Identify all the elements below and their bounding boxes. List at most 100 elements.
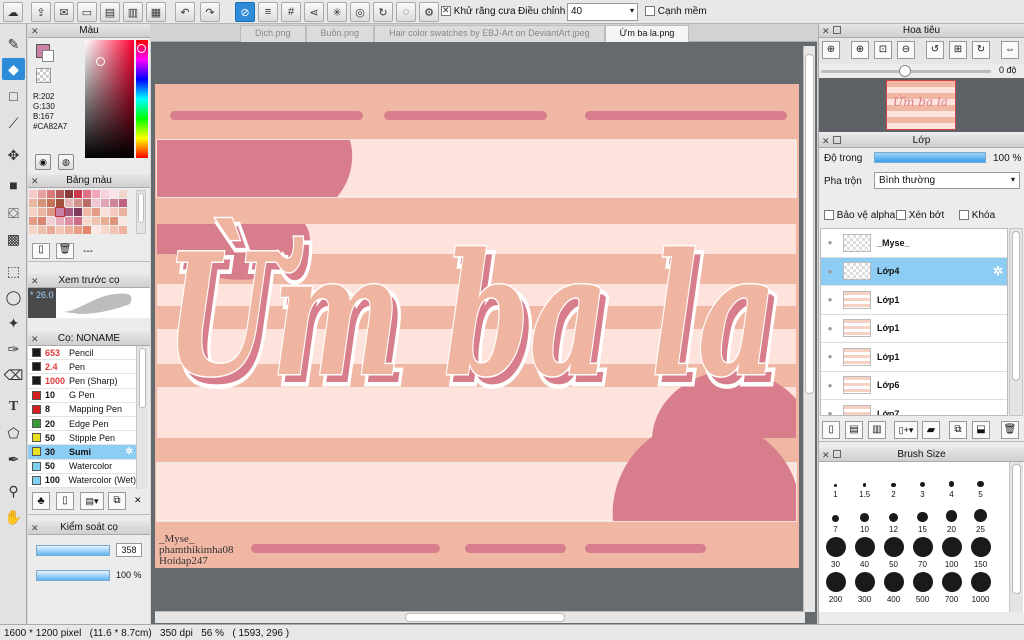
snap-circle-icon[interactable]: ◎: [350, 2, 370, 22]
palette-swatch[interactable]: [119, 199, 127, 207]
new-layer-icon[interactable]: ▯: [822, 421, 840, 439]
brush-item[interactable]: 50 Stipple Pen: [28, 431, 136, 446]
visibility-icon[interactable]: ●: [821, 324, 839, 333]
brush-size-cell[interactable]: 1: [821, 464, 850, 499]
soft-edge-toggle[interactable]: Cạnh mềm: [645, 6, 707, 17]
soft-edge-checkbox[interactable]: [645, 6, 655, 17]
palette-swatch[interactable]: [110, 217, 118, 225]
visibility-icon[interactable]: ●: [821, 267, 839, 276]
palette-swatch[interactable]: [74, 226, 82, 234]
palette-swatch[interactable]: [83, 217, 91, 225]
merge-layer-icon[interactable]: ⬓: [972, 421, 990, 439]
palette-swatch[interactable]: [110, 208, 118, 216]
horizontal-scroll-thumb[interactable]: [405, 613, 565, 622]
select-eraser-icon[interactable]: ⌫: [2, 364, 25, 386]
palette-swatch[interactable]: [55, 207, 65, 217]
close-icon[interactable]: ✕: [31, 24, 39, 38]
picker-cursor[interactable]: [96, 57, 105, 66]
snap-vanishing-icon[interactable]: ⋖: [304, 2, 324, 22]
brush-list-scrollbar[interactable]: [136, 346, 148, 489]
transparent-color-swatch[interactable]: [36, 68, 51, 83]
saturation-value-picker[interactable]: [85, 40, 134, 158]
brush-size-cell[interactable]: 30: [821, 534, 850, 569]
palette-swatch[interactable]: [38, 226, 46, 234]
palette-swatch[interactable]: [47, 226, 55, 234]
palette-swatch[interactable]: [83, 208, 91, 216]
move-tool-icon[interactable]: ✥: [2, 144, 25, 166]
palette-swatch[interactable]: [38, 199, 46, 207]
palette-swatch[interactable]: [56, 190, 64, 198]
palette-swatch[interactable]: [119, 208, 127, 216]
document-icon[interactable]: ▤: [100, 2, 120, 22]
brush-size-cell[interactable]: 500: [908, 569, 937, 604]
maximize-icon[interactable]: [833, 136, 841, 144]
vertical-scroll-thumb[interactable]: [805, 54, 814, 394]
palette-swatch[interactable]: [110, 226, 118, 234]
brush-size-cell[interactable]: 150: [966, 534, 995, 569]
layer-row[interactable]: ● Lớp1: [821, 286, 1007, 315]
visibility-icon[interactable]: ●: [821, 238, 839, 247]
color-mix-icon[interactable]: ◉: [35, 154, 51, 170]
palette-swatch[interactable]: [47, 190, 55, 198]
palette-swatch[interactable]: [47, 199, 55, 207]
brush-tool-icon[interactable]: ✎: [2, 33, 25, 55]
layer-row[interactable]: ● _Myse_: [821, 229, 1007, 258]
palette-swatch[interactable]: [65, 208, 73, 216]
tab-0[interactable]: Dịch.png: [240, 25, 306, 42]
maximize-icon[interactable]: [833, 26, 841, 34]
gear-icon[interactable]: ✲: [125, 446, 133, 457]
palette-swatch[interactable]: [92, 190, 100, 198]
layer-list-scrollbar[interactable]: [1009, 228, 1023, 416]
visibility-icon[interactable]: ●: [821, 409, 839, 415]
brush-size-cell[interactable]: 12: [879, 499, 908, 534]
close-icon[interactable]: ✕: [31, 174, 39, 188]
reset-rotation-icon[interactable]: ⊞: [949, 41, 967, 59]
close-icon[interactable]: ✕: [134, 495, 142, 506]
redo-icon[interactable]: ↷: [200, 2, 220, 22]
fill-rect-icon[interactable]: ■: [2, 174, 25, 196]
palette-swatch[interactable]: [101, 226, 109, 234]
brush-size-cell[interactable]: 7: [821, 499, 850, 534]
brush-size-cell[interactable]: 40: [850, 534, 879, 569]
zoom-in-icon[interactable]: ⊕: [822, 41, 840, 59]
palette-swatch[interactable]: [110, 190, 118, 198]
layer-row[interactable]: ● Lớp1: [821, 314, 1007, 343]
brush-size-cell[interactable]: 10: [850, 499, 879, 534]
brush-size-cell[interactable]: 15: [908, 499, 937, 534]
clipping-checkbox[interactable]: [896, 210, 906, 221]
brush-size-cell[interactable]: 20: [937, 499, 966, 534]
tab-1[interactable]: Buồn.png: [305, 25, 375, 42]
layer-opacity-slider[interactable]: [874, 152, 986, 163]
export-icon[interactable]: ⇪: [31, 2, 51, 22]
line-tool-icon[interactable]: ⟋: [2, 112, 25, 134]
brush-size-cell[interactable]: 2: [879, 464, 908, 499]
palette-swatch[interactable]: [74, 208, 82, 216]
palette-swatch[interactable]: [65, 217, 73, 225]
palette-swatch[interactable]: [83, 190, 91, 198]
protect-alpha-checkbox[interactable]: [824, 210, 834, 221]
palette-swatch[interactable]: [65, 199, 73, 207]
palette-swatch[interactable]: [65, 190, 73, 198]
hue-slider[interactable]: [136, 40, 148, 158]
brush-copy-icon[interactable]: ⧉: [108, 492, 126, 510]
flip-icon[interactable]: ⇔: [1001, 41, 1019, 59]
select-pen-icon[interactable]: ✑: [2, 338, 25, 360]
vertical-scrollbar[interactable]: [803, 46, 815, 612]
brush-item[interactable]: 30 Sumi ✲: [28, 445, 136, 460]
background-color-swatch[interactable]: [42, 50, 54, 62]
visibility-icon[interactable]: ●: [821, 352, 839, 361]
layer-row[interactable]: ● Lớp7: [821, 400, 1007, 415]
layer-row[interactable]: ● Lớp4 ✲: [821, 257, 1007, 286]
palette-swatch[interactable]: [29, 208, 37, 216]
visibility-icon[interactable]: ●: [821, 381, 839, 390]
layer-row[interactable]: ● Lớp6: [821, 371, 1007, 400]
brush-size-cell[interactable]: 300: [850, 569, 879, 604]
palette-swatch[interactable]: [92, 199, 100, 207]
palette-swatch[interactable]: [29, 226, 37, 234]
blend-mode-select[interactable]: Bình thường ▾: [874, 172, 1020, 189]
layer-add-menu-icon[interactable]: ▯+▾: [894, 421, 918, 439]
eyedropper-icon[interactable]: ⚲: [2, 480, 25, 502]
snap-off-icon[interactable]: ⊘: [235, 2, 255, 22]
palette-swatch[interactable]: [74, 217, 82, 225]
palette-swatch[interactable]: [119, 226, 127, 234]
